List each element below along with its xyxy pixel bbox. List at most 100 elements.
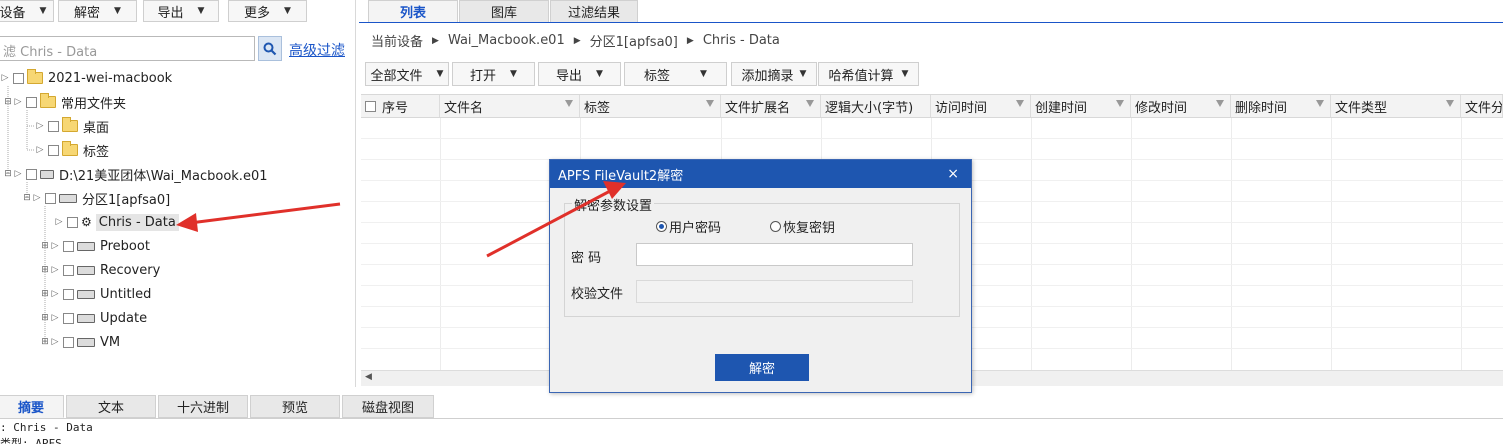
breadcrumb-item[interactable]: Chris - Data <box>703 33 780 48</box>
tree-checkbox[interactable] <box>48 120 59 132</box>
scroll-left-icon[interactable]: ◀ <box>365 372 372 382</box>
tree-checkbox[interactable] <box>63 312 74 324</box>
breadcrumb-item[interactable]: 分区1[apfsa0] <box>590 31 678 50</box>
tree-filter-input[interactable]: 滤 Chris - Data <box>0 36 255 61</box>
tab-disk-view[interactable]: 磁盘视图 <box>342 395 434 418</box>
decrypt-dropdown[interactable]: 解密 ▼ <box>58 0 137 22</box>
volume-icon <box>77 289 95 299</box>
tree-checkbox[interactable] <box>63 240 74 252</box>
tab-text[interactable]: 文本 <box>66 395 156 418</box>
column-header-tag[interactable]: 标签 <box>580 95 721 117</box>
decrypt-button[interactable]: 解密 <box>715 354 809 381</box>
filter-icon[interactable] <box>1316 100 1324 107</box>
advanced-filter-link[interactable]: 高级过滤 <box>289 40 345 60</box>
chevron-right-icon: ▶ <box>432 35 439 46</box>
expand-toggle-icon[interactable]: ⊞ <box>40 289 50 299</box>
hash-calc-dropdown[interactable]: 哈希值计算 ▼ <box>818 62 919 86</box>
tree-node-volume-preboot[interactable]: ⊞ ▷ Preboot <box>40 236 150 256</box>
filter-icon[interactable] <box>1216 100 1224 107</box>
expand-toggle-icon[interactable]: ⊞ <box>40 313 50 323</box>
column-header-delete-time[interactable]: 删除时间 <box>1231 95 1331 117</box>
tab-filter-results[interactable]: 过滤结果 <box>550 0 638 22</box>
filter-icon[interactable] <box>706 100 714 107</box>
tree-checkbox[interactable] <box>63 336 74 348</box>
tab-hex[interactable]: 十六进制 <box>158 395 248 418</box>
expand-toggle-icon[interactable]: ⊞ <box>40 241 50 251</box>
add-excerpt-dropdown[interactable]: 添加摘录 ▼ <box>731 62 817 86</box>
all-files-dropdown[interactable]: 全部文件 ▼ <box>365 62 449 86</box>
more-dropdown[interactable]: 更多 ▼ <box>228 0 307 22</box>
tab-summary[interactable]: 摘要 <box>0 395 64 418</box>
password-field[interactable] <box>636 243 913 266</box>
filter-icon[interactable] <box>1446 100 1454 107</box>
collapse-toggle-icon[interactable]: ⊟ <box>3 97 13 107</box>
tree-node-volume-untitled[interactable]: ⊞ ▷ Untitled <box>40 284 151 304</box>
tree-node-desktop[interactable]: ▷ 桌面 <box>35 116 109 136</box>
column-header-modify-time[interactable]: 修改时间 <box>1131 95 1231 117</box>
tree-checkbox[interactable] <box>26 96 37 108</box>
column-header-logical-size[interactable]: 逻辑大小(字节) <box>821 95 931 117</box>
breadcrumb-item[interactable]: 当前设备 <box>371 31 423 50</box>
tree-checkbox[interactable] <box>63 264 74 276</box>
expand-toggle-icon: ▷ <box>14 97 22 107</box>
export-dropdown[interactable]: 导出 ▼ <box>143 0 219 22</box>
device-dropdown-label: 设备 <box>0 5 26 21</box>
tree-node-common-folders[interactable]: ⊟ ▷ 常用文件夹 <box>3 92 126 112</box>
filter-icon[interactable] <box>1016 100 1024 107</box>
tree-node-volume-chris-data[interactable]: ▷ ⚙ Chris - Data <box>54 212 179 232</box>
tab-gallery[interactable]: 图库 <box>459 0 549 22</box>
tree-node-tags[interactable]: ▷ 标签 <box>35 140 109 160</box>
tree-node-volume-update[interactable]: ⊞ ▷ Update <box>40 308 147 328</box>
column-header-file-category[interactable]: 文件分 <box>1461 95 1503 117</box>
column-header-index[interactable]: 序号 <box>361 95 440 117</box>
expand-toggle-icon[interactable]: ▷ <box>0 73 10 83</box>
column-header-file-type[interactable]: 文件类型 <box>1331 95 1461 117</box>
tree-checkbox[interactable] <box>13 72 24 84</box>
tree-checkbox[interactable] <box>45 192 56 204</box>
recovery-key-radio[interactable]: 恢复密钥 <box>770 217 835 236</box>
tree-checkbox[interactable] <box>26 168 37 180</box>
column-header-create-time[interactable]: 创建时间 <box>1031 95 1131 117</box>
filter-icon[interactable] <box>806 100 814 107</box>
breadcrumb-item[interactable]: Wai_Macbook.e01 <box>448 33 565 48</box>
open-dropdown[interactable]: 打开 ▼ <box>452 62 535 86</box>
column-header-extension[interactable]: 文件扩展名 <box>721 95 821 117</box>
tree-node-volume-recovery[interactable]: ⊞ ▷ Recovery <box>40 260 160 280</box>
column-header-access-time[interactable]: 访问时间 <box>931 95 1031 117</box>
expand-toggle-icon[interactable]: ⊞ <box>40 337 50 347</box>
tree-node-root[interactable]: ▷ 2021-wei-macbook <box>0 68 172 88</box>
expand-toggle-icon[interactable]: ▷ <box>35 121 45 131</box>
tree-node-partition[interactable]: ⊟ ▷ 分区1[apfsa0] <box>22 188 170 208</box>
verify-file-field[interactable] <box>636 280 913 303</box>
expand-toggle-icon: ▷ <box>14 169 22 179</box>
close-icon[interactable]: × <box>947 166 959 182</box>
expand-toggle-icon[interactable]: ▷ <box>54 217 64 227</box>
expand-toggle-icon[interactable]: ▷ <box>35 145 45 155</box>
tree-node-volume-vm[interactable]: ⊞ ▷ VM <box>40 332 120 352</box>
filter-icon[interactable] <box>1116 100 1124 107</box>
chevron-down-icon: ▼ <box>510 69 517 79</box>
tree-node-image[interactable]: ⊟ ▷ D:\21美亚团体\Wai_Macbook.e01 <box>3 164 267 184</box>
folder-icon <box>40 93 56 108</box>
device-dropdown[interactable]: 设备 ▼ <box>0 0 54 22</box>
filter-icon[interactable] <box>565 100 573 107</box>
collapse-toggle-icon[interactable]: ⊟ <box>3 169 13 179</box>
dialog-titlebar[interactable]: APFS FileVault2解密 × <box>550 160 971 188</box>
tree-checkbox[interactable] <box>67 216 78 228</box>
collapse-toggle-icon[interactable]: ⊟ <box>22 193 32 203</box>
select-all-checkbox[interactable] <box>365 100 376 112</box>
tab-preview[interactable]: 预览 <box>250 395 340 418</box>
search-button[interactable] <box>258 36 282 61</box>
user-password-radio[interactable]: 用户密码 <box>656 217 721 236</box>
export-files-dropdown[interactable]: 导出 ▼ <box>538 62 621 86</box>
tree-checkbox[interactable] <box>48 144 59 156</box>
chevron-down-icon: ▼ <box>436 69 444 79</box>
column-label: 文件名 <box>444 100 484 116</box>
tab-list[interactable]: 列表 <box>368 0 458 22</box>
column-header-filename[interactable]: 文件名 <box>440 95 580 117</box>
chevron-down-icon: ▼ <box>799 69 807 79</box>
tree-checkbox[interactable] <box>63 288 74 300</box>
folder-icon <box>62 141 78 156</box>
expand-toggle-icon[interactable]: ⊞ <box>40 265 50 275</box>
tags-dropdown[interactable]: 标签 ▼ <box>624 62 727 86</box>
